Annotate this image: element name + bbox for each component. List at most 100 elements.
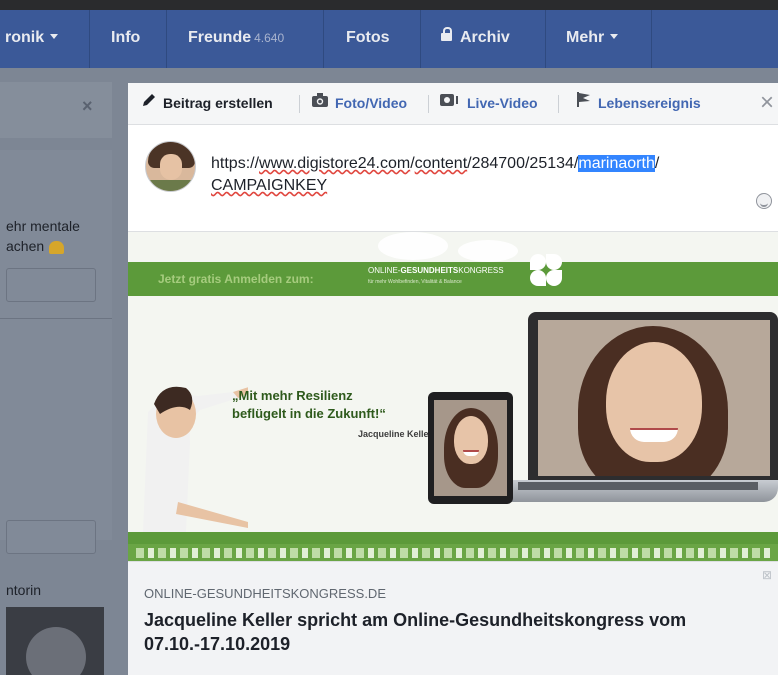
clover-leaf (530, 254, 546, 270)
background-divider (0, 318, 112, 319)
profile-nav-bar: ronik Info Freunde 4.640 Fotos Archiv Meh… (0, 10, 778, 68)
link-preview-headline: Jacqueline Keller spricht am Online-Gesu… (144, 610, 687, 654)
tab-beitrag-erstellen[interactable]: Beitrag erstellen (142, 83, 273, 125)
camera-icon (312, 82, 328, 123)
clover-leaf (546, 254, 562, 270)
url-part: https:// (211, 155, 260, 172)
banner-cta: Jetzt gratis Anmelden zum: (158, 272, 314, 286)
tab-foto-video[interactable]: Foto/Video (312, 83, 407, 125)
speaker-thumbnails (136, 548, 770, 558)
splash-decoration (458, 240, 518, 262)
nav-item-label: Fotos (346, 29, 390, 46)
caret-down-icon (610, 33, 619, 39)
heart-emoji-icon (49, 240, 65, 254)
lock-icon (441, 26, 452, 41)
nav-item-label: Mehr (566, 29, 605, 46)
nav-item-label: Archiv (460, 29, 510, 46)
background-post-text: achen (6, 238, 65, 254)
portrait-face (454, 416, 488, 464)
clover-logo-icon (526, 252, 566, 292)
speaker-photo-strip (128, 544, 778, 561)
browser-top-strip (0, 0, 778, 10)
nav-divider (545, 10, 546, 68)
nav-divider (420, 10, 421, 68)
avatar (145, 141, 196, 192)
clover-leaf (546, 270, 562, 286)
splash-decoration (378, 232, 448, 260)
clover-leaf (530, 270, 546, 286)
background-post-panel (0, 150, 112, 540)
url-part: / (654, 155, 660, 172)
background-comment-input (6, 268, 96, 302)
avatar-face (160, 154, 182, 180)
tab-divider (428, 95, 429, 113)
background-comment-input (6, 520, 96, 554)
tablet-screen (434, 400, 507, 496)
banner-bottom-bar (128, 532, 778, 544)
remove-preview-icon[interactable]: ⊠ (762, 568, 772, 582)
close-icon[interactable]: × (760, 89, 774, 117)
tab-label: Beitrag erstellen (163, 95, 273, 111)
quote-author: Jacqueline Keller (357, 429, 432, 439)
avatar-shirt (146, 180, 195, 191)
nav-item-label: ronik (5, 29, 45, 46)
quote-line: beflügelt in die Zukunft!“ (232, 406, 386, 421)
banner-kongress-title: ONLINE-GESUNDHEITSKONGRESS für mehr Wohl… (368, 266, 504, 287)
nav-item-label: Freunde (188, 29, 252, 46)
nav-divider (89, 10, 90, 68)
background-sidebar-label: ntorin (6, 582, 42, 598)
emoji-icon[interactable] (756, 193, 772, 209)
live-video-icon (440, 82, 460, 123)
tab-divider (558, 95, 559, 113)
nav-item-info[interactable]: Info (111, 10, 140, 68)
kongress-title-part: GESUNDHEITS (400, 266, 459, 275)
portrait-mouth (630, 428, 678, 442)
banner-stripe: Jetzt gratis Anmelden zum: ONLINE-GESUND… (128, 262, 778, 296)
nav-divider (323, 10, 324, 68)
url-part: /284700/25134/ (467, 155, 579, 172)
banner-quote: „Mit mehr Resilienz beflügelt in die Zuk… (232, 387, 432, 443)
link-preview-image[interactable]: Jetzt gratis Anmelden zum: ONLINE-GESUND… (128, 231, 778, 561)
flag-icon (577, 82, 591, 123)
friends-count: 4.640 (254, 31, 285, 45)
background-panel (0, 82, 112, 138)
portrait-face (606, 342, 702, 462)
background-close-icon: × (82, 96, 93, 116)
nav-item-fotos[interactable]: Fotos (346, 10, 390, 68)
tab-lebensereignis[interactable]: Lebensereignis (577, 83, 701, 125)
tab-label: Foto/Video (335, 95, 408, 111)
link-preview-domain: ONLINE-GESUNDHEITSKONGRESS.DE (144, 586, 386, 601)
create-post-modal: Beitrag erstellen Foto/Video Live-Video … (128, 83, 778, 675)
laptop-screen (538, 320, 770, 476)
link-preview-footer[interactable]: ⊠ ONLINE-GESUNDHEITSKONGRESS.DE Jacqueli… (128, 561, 778, 675)
tab-live-video[interactable]: Live-Video (440, 83, 538, 125)
url-part: www.digistore24.com (259, 155, 411, 172)
tab-label: Lebensereignis (598, 95, 701, 111)
caret-down-icon (50, 33, 59, 39)
background-post-text-line: achen (6, 238, 45, 254)
tab-divider (299, 95, 300, 113)
tablet-image (428, 392, 513, 504)
background-post-text: ehr mentale (6, 218, 80, 234)
nav-item-label: Info (111, 29, 141, 46)
quote-line: „Mit mehr Resilienz (232, 388, 353, 403)
background-photo (6, 607, 104, 675)
pencil-icon (142, 82, 156, 123)
nav-item-chronik[interactable]: ronik (5, 10, 59, 68)
laptop-keyboard (518, 482, 758, 490)
laptop-image (528, 312, 778, 482)
nav-item-freunde[interactable]: Freunde 4.640 (188, 10, 284, 68)
composer-tabs: Beitrag erstellen Foto/Video Live-Video … (128, 83, 778, 125)
kongress-title-part: KONGRESS (458, 266, 504, 275)
post-text-input[interactable]: https://www.digistore24.com / content/2847… (211, 153, 756, 197)
tab-label: Live-Video (467, 95, 538, 111)
nav-divider (166, 10, 167, 68)
kongress-subtitle: für mehr Wohlbefinden, Vitalität & Balan… (368, 279, 462, 285)
kongress-title-part: ONLINE- (368, 266, 401, 275)
nav-item-archiv[interactable]: Archiv (441, 10, 510, 68)
nav-divider (651, 10, 652, 68)
selected-text: marinaorth (578, 155, 655, 172)
url-part: CAMPAIGNKEY (211, 177, 328, 194)
nav-item-mehr[interactable]: Mehr (566, 10, 619, 68)
url-part: content (414, 155, 468, 172)
